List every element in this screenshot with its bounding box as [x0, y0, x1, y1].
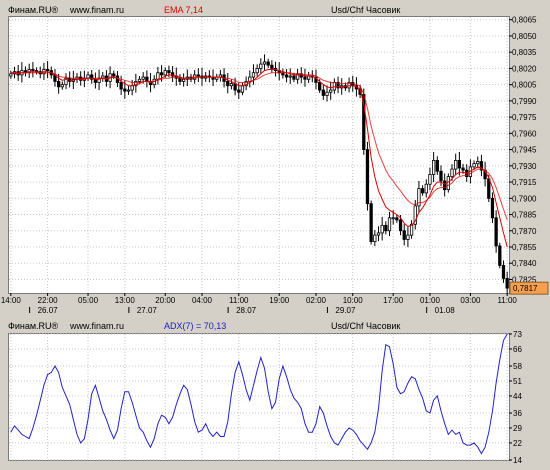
adx-y-tick-label: 44 — [513, 392, 522, 401]
adx-y-tick-label: 58 — [513, 362, 522, 371]
adx-y-tick-label: 51 — [513, 377, 522, 386]
chart-window: Финам.RU® www.finam.ru EMA 7,14 Usd/Chf … — [0, 0, 550, 470]
adx-chart: 73 66 58 51 44 36 29 22 14 — [9, 330, 522, 465]
adx-y-axis: 73 66 58 51 44 36 29 22 14 — [509, 330, 522, 465]
adx-y-tick-label: 36 — [513, 409, 522, 418]
adx-y-tick-label: 29 — [513, 424, 522, 433]
adx-y-tick-label: 14 — [513, 456, 522, 465]
adx-y-tick-label: 66 — [513, 345, 522, 354]
adx-grid — [9, 333, 509, 461]
adx-y-tick-label: 73 — [513, 330, 522, 339]
adx-y-tick-label: 22 — [513, 439, 522, 448]
adx-line — [10, 333, 508, 455]
